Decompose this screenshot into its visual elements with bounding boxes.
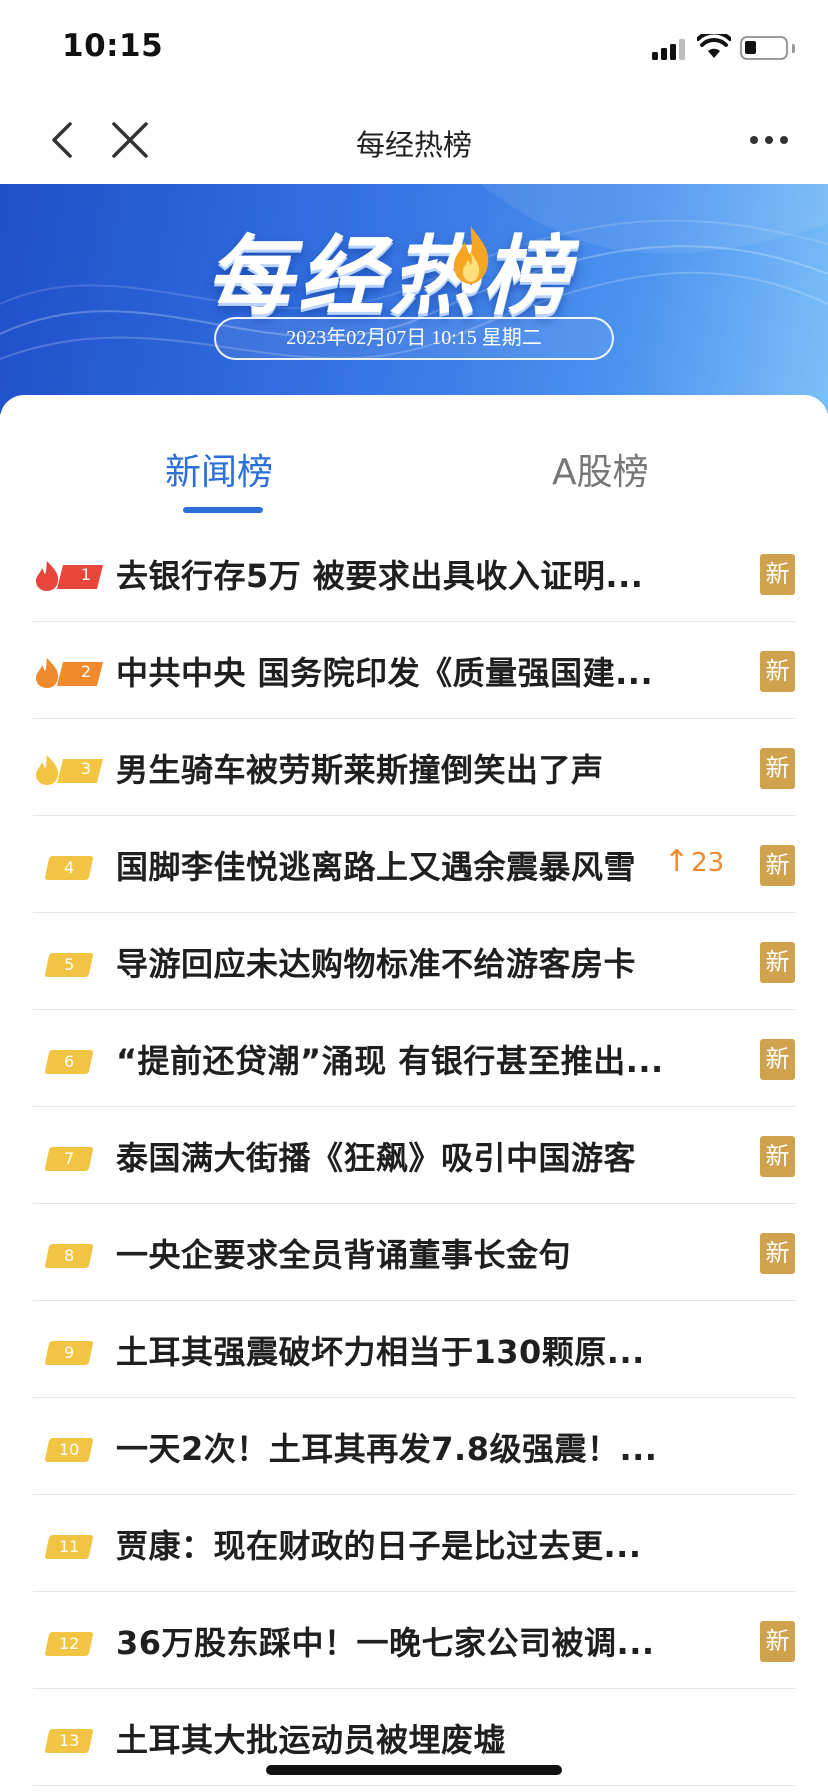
news-list-item[interactable]: 6 “提前还贷潮”涌现 有银行甚至推出... 新 bbox=[0, 1010, 828, 1107]
news-headline[interactable]: 导游回应未达购物标准不给游客房卡 bbox=[116, 939, 636, 985]
rank-number: 5 bbox=[63, 955, 75, 974]
news-list-item[interactable]: 9 土耳其强震破坏力相当于130颗原... bbox=[0, 1301, 828, 1398]
rank-badge: 12 bbox=[44, 1632, 94, 1656]
news-headline[interactable]: “提前还贷潮”涌现 有银行甚至推出... bbox=[116, 1036, 664, 1082]
new-badge: 新 bbox=[760, 1233, 795, 1274]
news-headline[interactable]: 泰国满大街播《狂飙》吸引中国游客 bbox=[116, 1133, 636, 1179]
rank-badge-flame: 1 bbox=[33, 559, 105, 593]
rank-number: 9 bbox=[63, 1343, 75, 1362]
active-tab-indicator bbox=[183, 507, 263, 513]
rank-badge-flame: 2 bbox=[33, 656, 105, 690]
battery-icon bbox=[740, 36, 788, 60]
arrow-up-icon: ↑ bbox=[664, 844, 690, 879]
hero-banner: 每经热榜 2023年02月07日 10:15 星期二 bbox=[0, 184, 828, 414]
new-badge: 新 bbox=[760, 554, 795, 595]
new-badge: 新 bbox=[760, 1621, 795, 1662]
news-headline[interactable]: 贾康：现在财政的日子是比过去更... bbox=[116, 1521, 641, 1567]
more-options-icon[interactable] bbox=[748, 128, 790, 152]
rank-number: 1 bbox=[80, 565, 92, 584]
new-badge: 新 bbox=[760, 1039, 795, 1080]
banner-datetime: 2023年02月07日 10:15 星期二 bbox=[214, 317, 614, 360]
news-list-item[interactable]: 10 一天2次！土耳其再发7.8级强震！... bbox=[0, 1398, 828, 1495]
rank-badge-flame: 3 bbox=[33, 753, 105, 787]
rank-rise-indicator: ↑23 bbox=[664, 844, 724, 879]
rank-number: 4 bbox=[63, 858, 75, 877]
news-list-item[interactable]: 1 去银行存5万 被要求出具收入证明... 新 bbox=[0, 525, 828, 622]
news-list-item[interactable]: 4 国脚李佳悦逃离路上又遇余震暴风雪 ↑23 新 bbox=[0, 816, 828, 913]
cellular-signal-icon bbox=[652, 38, 690, 60]
status-bar: 10:15 bbox=[0, 0, 828, 98]
news-headline[interactable]: 中共中央 国务院印发《质量强国建... bbox=[116, 648, 653, 694]
new-badge: 新 bbox=[760, 651, 795, 692]
new-badge: 新 bbox=[760, 748, 795, 789]
new-badge: 新 bbox=[760, 1136, 795, 1177]
news-headline[interactable]: 土耳其大批运动员被埋废墟 bbox=[116, 1715, 506, 1761]
screen: 10:15 每经热榜 每经热榜 2023年02月07日 10:15 星期二 新闻… bbox=[0, 0, 828, 1792]
rank-badge: 6 bbox=[44, 1050, 94, 1074]
news-list-item[interactable]: 5 导游回应未达购物标准不给游客房卡 新 bbox=[0, 913, 828, 1010]
rank-rise-value: 23 bbox=[691, 848, 725, 878]
banner-title: 每经热榜 bbox=[206, 227, 574, 327]
news-headline[interactable]: 一央企要求全员背诵董事长金句 bbox=[116, 1230, 571, 1276]
wifi-icon bbox=[697, 34, 731, 58]
rank-number: 8 bbox=[63, 1246, 75, 1265]
news-list-item[interactable]: 7 泰国满大街播《狂飙》吸引中国游客 新 bbox=[0, 1107, 828, 1204]
home-indicator[interactable] bbox=[266, 1765, 562, 1775]
rank-badge: 4 bbox=[44, 856, 94, 880]
status-time: 10:15 bbox=[62, 28, 164, 64]
rank-badge: 9 bbox=[44, 1341, 94, 1365]
rank-number: 13 bbox=[58, 1731, 80, 1750]
tab-a-share-ranking[interactable]: A股榜 bbox=[552, 443, 649, 495]
rank-number: 11 bbox=[58, 1537, 80, 1556]
news-list-item[interactable]: 8 一央企要求全员背诵董事长金句 新 bbox=[0, 1204, 828, 1301]
news-headline[interactable]: 土耳其强震破坏力相当于130颗原... bbox=[116, 1327, 645, 1373]
rank-badge: 7 bbox=[44, 1147, 94, 1171]
rank-number: 12 bbox=[58, 1634, 80, 1653]
rank-number: 7 bbox=[63, 1149, 75, 1168]
battery-tip bbox=[792, 44, 795, 53]
news-headline[interactable]: 国脚李佳悦逃离路上又遇余震暴风雪 bbox=[116, 842, 636, 888]
new-badge: 新 bbox=[760, 942, 795, 983]
news-list-item[interactable]: 3 男生骑车被劳斯莱斯撞倒笑出了声 新 bbox=[0, 719, 828, 816]
news-headline[interactable]: 一天2次！土耳其再发7.8级强震！... bbox=[116, 1424, 657, 1470]
rank-number: 10 bbox=[58, 1440, 80, 1459]
page-title: 每经热榜 bbox=[355, 128, 472, 162]
news-headline[interactable]: 36万股东踩中！一晚七家公司被调... bbox=[116, 1618, 655, 1664]
news-list-item[interactable]: 11 贾康：现在财政的日子是比过去更... bbox=[0, 1495, 828, 1592]
rank-badge: 10 bbox=[44, 1438, 94, 1462]
rank-number: 6 bbox=[63, 1052, 75, 1071]
ranking-card: 新闻榜 A股榜 1 去银行存5万 被要求出具收入证明... 新 2 中共中央 国务院印发… bbox=[0, 395, 828, 1792]
rank-badge: 5 bbox=[44, 953, 94, 977]
news-headline[interactable]: 男生骑车被劳斯莱斯撞倒笑出了声 bbox=[116, 745, 604, 791]
flame-icon bbox=[453, 226, 489, 284]
rank-badge: 11 bbox=[44, 1535, 94, 1559]
rank-number: 2 bbox=[80, 662, 92, 681]
news-list-item[interactable]: 2 中共中央 国务院印发《质量强国建... 新 bbox=[0, 622, 828, 719]
tab-news-ranking[interactable]: 新闻榜 bbox=[165, 443, 273, 495]
news-headline[interactable]: 去银行存5万 被要求出具收入证明... bbox=[116, 551, 643, 597]
new-badge: 新 bbox=[760, 845, 795, 886]
news-list-item[interactable]: 12 36万股东踩中！一晚七家公司被调... 新 bbox=[0, 1592, 828, 1689]
rank-number: 3 bbox=[80, 759, 92, 778]
nav-bar: 每经热榜 bbox=[0, 98, 828, 184]
row-divider bbox=[33, 1784, 795, 1786]
rank-badge: 13 bbox=[44, 1729, 94, 1753]
rank-badge: 8 bbox=[44, 1244, 94, 1268]
